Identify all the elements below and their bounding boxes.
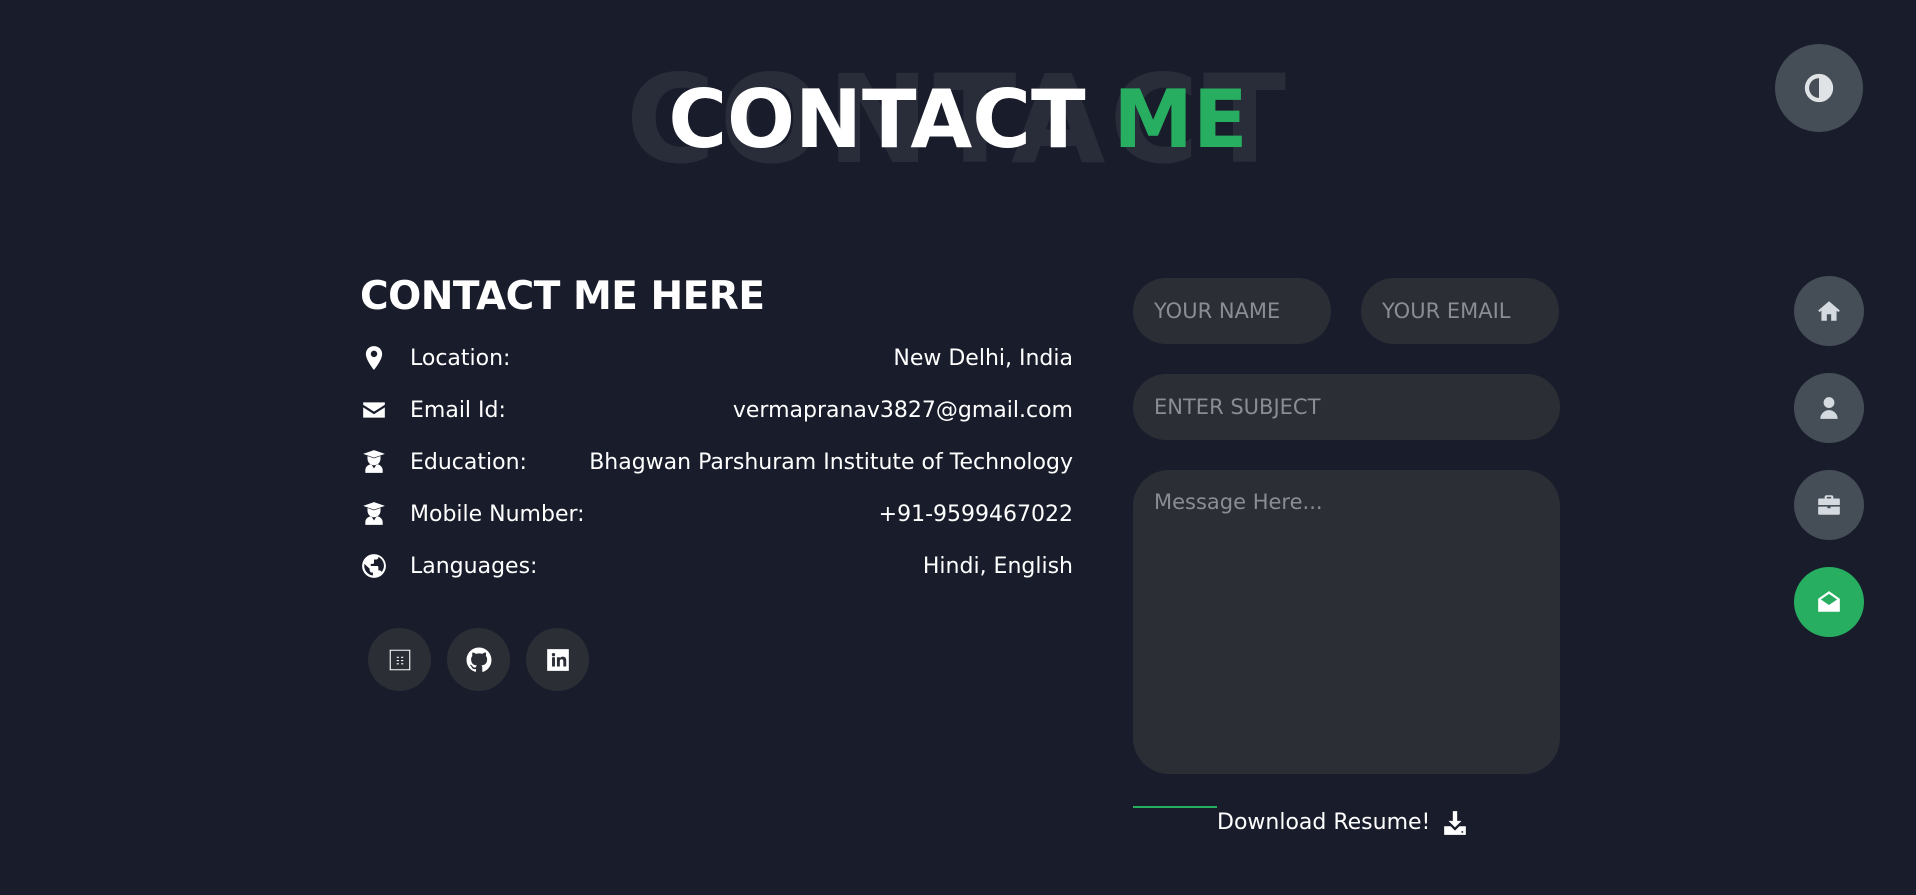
- theme-toggle-button[interactable]: [1775, 44, 1863, 132]
- info-label: Location:: [410, 345, 511, 371]
- linkedin-icon: [546, 648, 569, 671]
- nav-about-button[interactable]: [1794, 373, 1864, 443]
- nav-contact-button[interactable]: [1794, 567, 1864, 637]
- download-accent-line: [1133, 806, 1217, 808]
- title-main: CONTACT: [668, 73, 1086, 166]
- contact-page: CONTACT CONTACT ME CONTACT ME HERE Locat…: [0, 0, 1916, 895]
- download-resume-button[interactable]: Download Resume!: [1133, 800, 1468, 836]
- contact-form: [1133, 278, 1560, 774]
- social-link-linkedin[interactable]: [526, 628, 589, 691]
- contact-info: CONTACT ME HERE Location: New Delhi, Ind…: [360, 272, 1073, 592]
- info-value[interactable]: vermapranav3827@gmail.com: [506, 398, 1073, 423]
- globe-icon: [360, 552, 388, 580]
- nav-portfolio-button[interactable]: [1794, 470, 1864, 540]
- graduate-icon: [360, 500, 388, 528]
- name-email-row: [1133, 278, 1560, 344]
- map-pin-icon: [360, 344, 388, 372]
- download-label: Download Resume!: [1217, 810, 1431, 835]
- info-row-mobile: Mobile Number: +91-9599467022: [360, 488, 1073, 540]
- side-nav: [1794, 276, 1864, 637]
- contact-heading: CONTACT ME HERE: [360, 274, 765, 319]
- envelope-icon: [360, 396, 388, 424]
- github-icon: [466, 647, 491, 672]
- social-link-github[interactable]: [447, 628, 510, 691]
- info-label: Education:: [410, 449, 527, 475]
- email-input[interactable]: [1361, 278, 1559, 344]
- info-row-education: Education: Bhagwan Parshuram Institute o…: [360, 436, 1073, 488]
- broken-image-icon: [389, 649, 410, 670]
- title-accent: ME: [1113, 73, 1248, 166]
- contrast-icon: [1804, 73, 1834, 103]
- info-label: Mobile Number:: [410, 501, 585, 527]
- download-icon: [1444, 811, 1467, 835]
- info-label: Languages:: [410, 553, 538, 579]
- home-icon: [1818, 301, 1840, 321]
- info-row-email: Email Id: vermapranav3827@gmail.com: [360, 384, 1073, 436]
- message-textarea[interactable]: [1133, 470, 1560, 774]
- name-input[interactable]: [1133, 278, 1331, 344]
- nav-home-button[interactable]: [1794, 276, 1864, 346]
- social-link-image[interactable]: [368, 628, 431, 691]
- subject-input[interactable]: [1133, 374, 1560, 440]
- envelope-open-icon: [1818, 591, 1840, 612]
- info-value: New Delhi, India: [893, 345, 1073, 371]
- briefcase-icon: [1818, 495, 1840, 515]
- user-icon: [1820, 397, 1838, 419]
- info-label: Email Id:: [410, 397, 506, 423]
- info-value: Hindi, English: [922, 553, 1073, 579]
- info-value: +91-9599467022: [878, 501, 1073, 527]
- section-title: CONTACT CONTACT ME: [0, 59, 1916, 181]
- social-links: [368, 628, 589, 691]
- info-row-languages: Languages: Hindi, English: [360, 540, 1073, 592]
- page-title: CONTACT ME: [0, 78, 1916, 162]
- graduate-icon: [360, 448, 388, 476]
- info-value: Bhagwan Parshuram Institute of Technolog…: [589, 449, 1073, 475]
- info-row-location: Location: New Delhi, India: [360, 332, 1073, 384]
